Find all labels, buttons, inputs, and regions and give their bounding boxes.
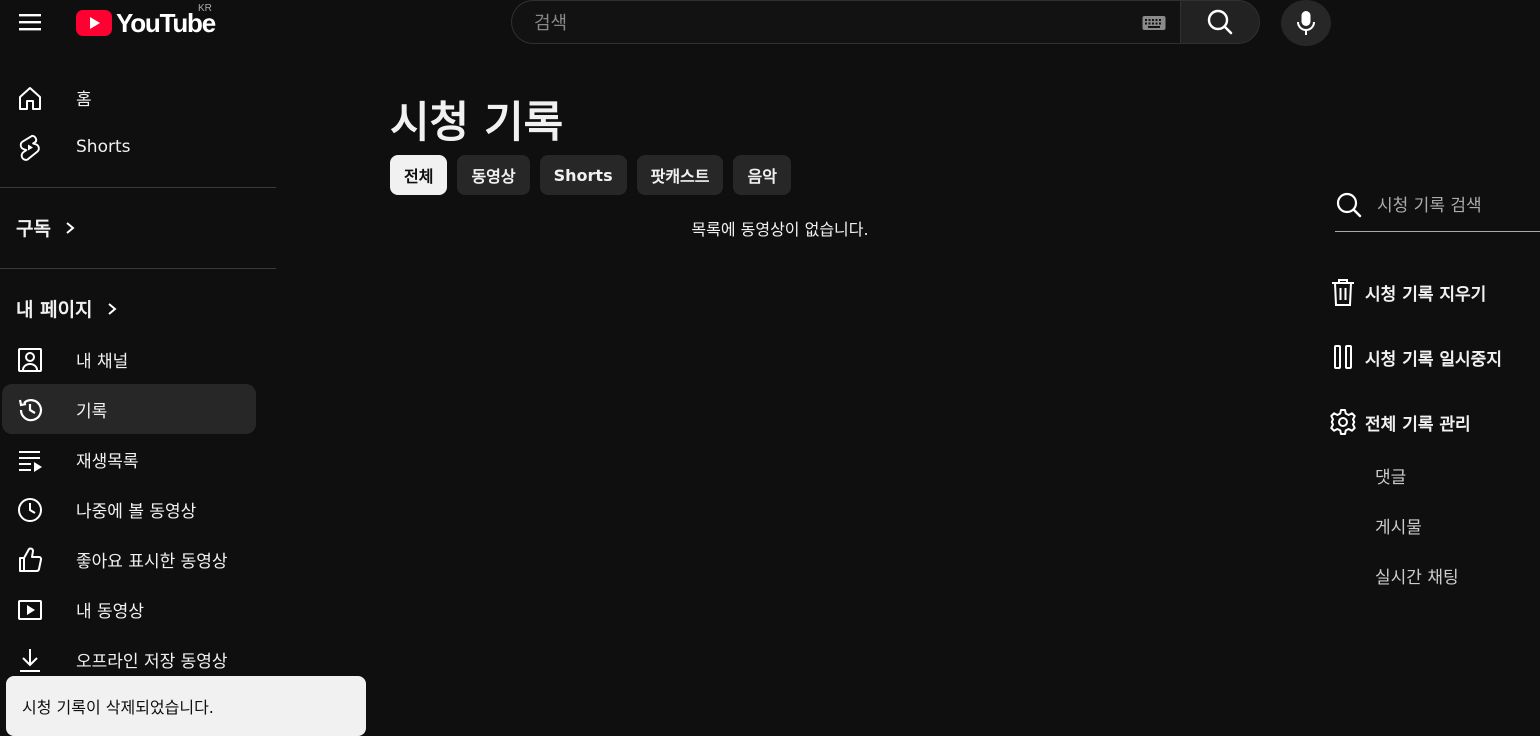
sidebar-item-label: 홈 [76,89,92,110]
page-title: 시청 기록 [390,98,564,148]
search-icon [1336,192,1362,218]
action-label: 시청 기록 지우기 [1365,284,1487,305]
sidebar-item-history[interactable]: 기록 [2,384,256,434]
chevron-right-icon [107,302,117,315]
sidebar-divider [0,187,276,188]
voice-search-button[interactable] [1281,0,1331,46]
youtube-play-icon [76,10,112,36]
sidebar-item-label: 내 채널 [76,351,129,372]
search-button[interactable] [1180,0,1260,44]
sidebar-item-shorts[interactable]: Shorts [2,122,256,172]
pause-history-button[interactable]: 시청 기록 일시중지 [1328,337,1502,377]
history-icon [16,396,44,424]
action-label: 시청 기록 일시중지 [1365,349,1502,370]
sidebar-item-label: 기록 [76,401,108,422]
history-search-input[interactable] [1375,192,1539,220]
sidebar-item-label: 좋아요 표시한 동영상 [76,551,228,572]
youtube-logo[interactable]: YouTube [76,8,216,38]
sidebar-item-label: 오프라인 저장 동영상 [76,651,228,672]
channel-icon [16,346,44,374]
sidebar-item-label: 재생목록 [76,451,139,472]
history-search [1335,188,1540,232]
hamburger-menu-icon [19,14,41,31]
sidebar-section-subscriptions[interactable]: 구독 [16,214,75,241]
section-label: 구독 [16,218,51,240]
manage-history-button[interactable]: 전체 기록 관리 [1328,402,1471,442]
toast-notification: 시청 기록이 삭제되었습니다. [6,676,366,736]
sidebar-item-watch-later[interactable]: 나중에 볼 동영상 [2,484,256,534]
shorts-icon [16,134,44,162]
thumbs-up-icon [16,546,44,574]
sidebar-divider [0,268,276,269]
microphone-icon [1297,11,1315,35]
search-icon [1207,9,1233,35]
search-input[interactable] [532,1,1126,45]
search-box [511,0,1180,45]
chip-all[interactable]: 전체 [390,155,448,195]
clear-history-button[interactable]: 시청 기록 지우기 [1328,272,1486,312]
playlist-icon [16,446,44,474]
home-icon [16,84,44,112]
keyboard-icon[interactable] [1142,15,1166,31]
download-icon [16,646,44,674]
chip-music[interactable]: 음악 [733,155,791,195]
pause-icon [1328,342,1358,372]
logo-region-code: KR [198,3,212,14]
action-label: 전체 기록 관리 [1365,414,1471,435]
empty-list-message: 목록에 동영상이 없습니다. [691,220,869,239]
sidebar-item-label: 나중에 볼 동영상 [76,501,197,522]
sidebar-item-label: 내 동영상 [76,601,144,622]
sidebar-item-label: Shorts [76,137,131,157]
sidebar-item-home[interactable]: 홈 [2,72,256,122]
section-label: 내 페이지 [16,299,93,321]
history-live-chat-link[interactable]: 실시간 채팅 [1375,563,1459,588]
gear-icon [1328,407,1358,437]
history-comments-link[interactable]: 댓글 [1375,463,1406,488]
filter-chips: 전체 동영상 Shorts 팟캐스트 음악 [390,155,791,195]
chevron-right-icon [66,221,75,234]
chip-videos[interactable]: 동영상 [457,155,530,195]
sidebar-item-my-channel[interactable]: 내 채널 [2,334,256,384]
sidebar-item-liked-videos[interactable]: 좋아요 표시한 동영상 [2,534,256,584]
trash-icon [1328,277,1358,307]
sidebar-item-my-videos[interactable]: 내 동영상 [2,584,256,634]
toast-message: 시청 기록이 삭제되었습니다. [22,698,214,717]
sidebar-section-my-page[interactable]: 내 페이지 [16,295,117,322]
menu-button[interactable] [15,10,47,34]
history-posts-link[interactable]: 게시물 [1375,513,1422,538]
my-videos-icon [16,596,44,624]
sidebar-item-playlists[interactable]: 재생목록 [2,434,256,484]
watch-later-icon [16,496,44,524]
chip-shorts[interactable]: Shorts [539,155,627,195]
chip-podcasts[interactable]: 팟캐스트 [636,155,724,195]
